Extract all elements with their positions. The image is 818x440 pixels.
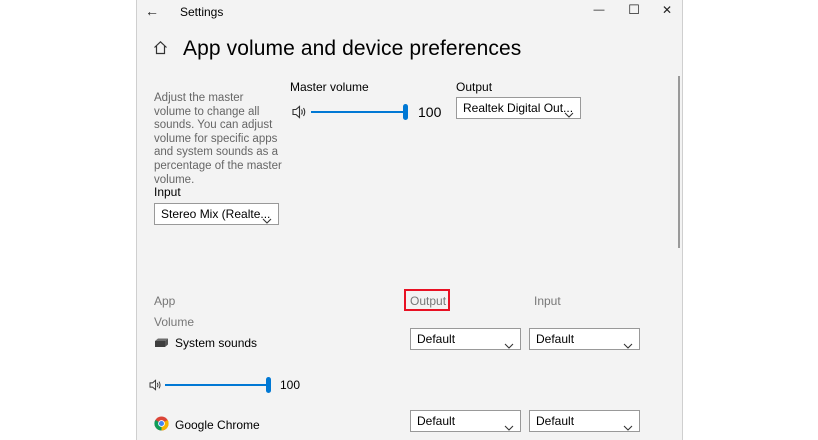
description-text: Adjust the master volume to change all s… <box>154 92 282 186</box>
input-device-value: Stereo Mix (Realte... <box>161 207 271 221</box>
input-label: Input <box>154 185 181 199</box>
window-title: Settings <box>180 5 224 19</box>
system-sounds-volume-thumb[interactable] <box>266 377 271 393</box>
vertical-scrollbar[interactable] <box>678 76 680 248</box>
back-arrow-icon[interactable]: ← <box>141 2 163 20</box>
chevron-down-icon <box>504 417 514 437</box>
system-sounds-volume-value: 100 <box>280 378 301 392</box>
output-column-header: Output <box>410 294 447 308</box>
system-sounds-volume-track[interactable] <box>165 384 268 386</box>
input-column-header: Input <box>534 294 561 308</box>
chrome-output-dropdown[interactable]: Default <box>410 410 521 432</box>
chevron-down-icon <box>262 210 272 230</box>
system-sounds-input-value: Default <box>536 332 575 346</box>
chevron-down-icon <box>623 417 633 437</box>
system-sounds-input-dropdown[interactable]: Default <box>529 328 640 350</box>
minimize-button[interactable]: — <box>588 1 610 19</box>
speaker-icon <box>292 105 308 124</box>
chevron-down-icon <box>623 335 633 355</box>
close-button[interactable]: ✕ <box>656 1 678 19</box>
home-icon[interactable] <box>153 40 168 60</box>
speaker-device-icon <box>154 336 169 354</box>
input-device-dropdown[interactable]: Stereo Mix (Realte... <box>154 203 279 225</box>
maximize-button[interactable]: ☐ <box>623 1 645 19</box>
system-sounds-output-dropdown[interactable]: Default <box>410 328 521 350</box>
system-sounds-output-value: Default <box>417 332 456 346</box>
app-name-system-sounds: System sounds <box>175 336 258 350</box>
output-label: Output <box>456 80 493 94</box>
app-column-header: App <box>154 294 176 308</box>
master-volume-thumb[interactable] <box>403 104 408 120</box>
page-title: App volume and device preferences <box>183 37 522 60</box>
master-volume-track[interactable] <box>311 111 405 113</box>
output-device-value: Realtek Digital Out... <box>463 101 574 115</box>
volume-column-header: Volume <box>154 315 195 329</box>
speaker-icon <box>149 378 163 396</box>
chrome-input-value: Default <box>536 414 575 428</box>
chevron-down-icon <box>504 335 514 355</box>
chevron-down-icon <box>564 104 574 124</box>
output-device-dropdown[interactable]: Realtek Digital Out... <box>456 97 581 119</box>
master-volume-label: Master volume <box>290 80 369 94</box>
chrome-input-dropdown[interactable]: Default <box>529 410 640 432</box>
settings-window: ← Settings — ☐ ✕ App volume and device p… <box>136 0 683 440</box>
app-name-google-chrome: Google Chrome <box>175 418 260 432</box>
master-volume-value: 100 <box>418 104 442 120</box>
chrome-output-value: Default <box>417 414 456 428</box>
chrome-icon <box>154 416 169 436</box>
